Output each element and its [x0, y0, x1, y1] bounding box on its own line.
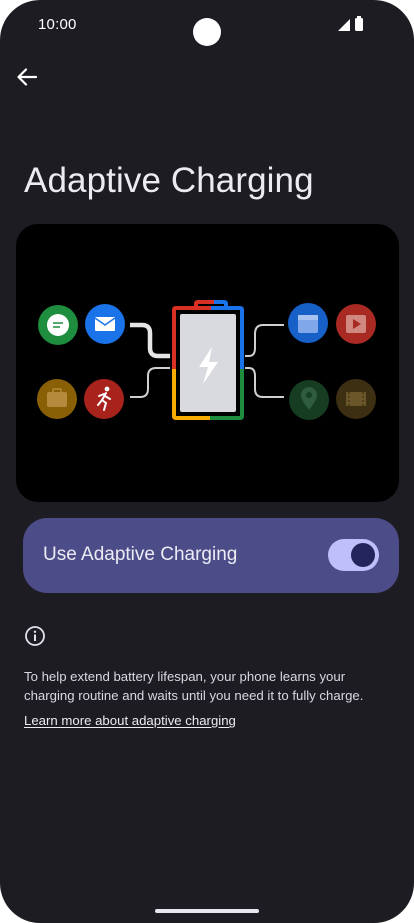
screen: 10:00 Adaptive Charging Use Adaptive Cha… [0, 0, 414, 923]
adaptive-charging-illustration [16, 224, 399, 502]
page-title: Adaptive Charging [24, 161, 314, 200]
info-description: To help extend battery lifespan, your ph… [24, 669, 364, 703]
location-icon [289, 380, 329, 420]
status-icons [338, 16, 378, 33]
learn-more-link[interactable]: Learn more about adaptive charging [24, 713, 236, 728]
battery-charging-icon [172, 300, 244, 420]
camera-cutout [193, 18, 221, 46]
briefcase-icon [37, 379, 77, 419]
video-icon [336, 304, 376, 344]
arrow-left-icon [17, 68, 37, 86]
info-icon [25, 626, 45, 646]
messages-icon [38, 305, 78, 345]
calendar-icon [288, 303, 328, 343]
ticket-icon [336, 379, 376, 419]
use-adaptive-charging-toggle[interactable]: Use Adaptive Charging [23, 518, 399, 593]
toggle-label: Use Adaptive Charging [43, 544, 238, 565]
status-time: 10:00 [38, 16, 77, 33]
mail-icon [85, 304, 125, 344]
signal-icon [338, 19, 350, 31]
status-bar: 10:00 [0, 0, 414, 52]
gesture-navigation-handle[interactable] [155, 909, 259, 913]
adaptive-charging-switch[interactable] [328, 539, 379, 571]
running-icon [84, 379, 124, 419]
battery-icon [355, 16, 363, 31]
switch-thumb [351, 543, 375, 567]
back-button[interactable] [10, 60, 44, 94]
